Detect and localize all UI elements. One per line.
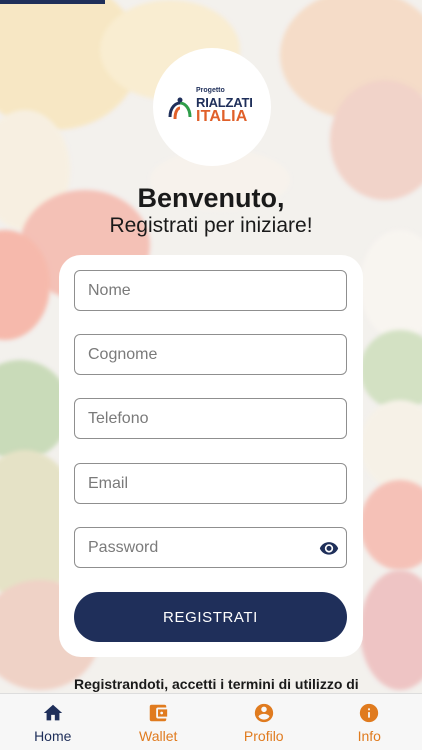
welcome-title: Benvenuto, (137, 183, 285, 213)
top-progress-bar (0, 0, 105, 4)
info-icon (360, 703, 379, 723)
logo-subtitle: ITALIA (196, 108, 248, 125)
home-icon (43, 704, 62, 721)
wallet-icon (150, 704, 168, 722)
tab-home[interactable]: Home (0, 694, 106, 750)
cognome-field[interactable] (74, 334, 347, 375)
email-input[interactable] (88, 474, 333, 493)
telefono-field[interactable] (74, 398, 347, 439)
password-input[interactable] (88, 538, 333, 557)
bottom-tab-bar: Home Wallet Profilo Info (0, 693, 422, 750)
tab-wallet-label: Wallet (139, 728, 178, 744)
tab-info-label: Info (357, 728, 381, 744)
tab-home-label: Home (34, 728, 72, 744)
show-password-eye-icon[interactable] (318, 538, 340, 558)
welcome-subtitle: Registrati per iniziare! (109, 214, 313, 237)
logo-mark-icon (168, 97, 192, 120)
tab-profilo[interactable]: Profilo (211, 694, 317, 750)
tab-info[interactable]: Info (317, 694, 422, 750)
app-logo: Progetto RIALZATI ITALIA (153, 48, 271, 166)
terms-text: Registrandoti, accetti i termini di util… (74, 676, 359, 692)
email-field[interactable] (74, 463, 347, 504)
password-field[interactable] (74, 527, 347, 568)
registration-card: REGISTRATI (59, 255, 363, 657)
tab-wallet[interactable]: Wallet (106, 694, 212, 750)
nome-field[interactable] (74, 270, 347, 311)
cognome-input[interactable] (88, 345, 333, 364)
telefono-input[interactable] (88, 409, 333, 428)
register-button[interactable]: REGISTRATI (74, 592, 347, 642)
profile-icon (254, 703, 273, 723)
nome-input[interactable] (88, 281, 333, 300)
logo-small-text: Progetto (196, 87, 225, 94)
tab-profilo-label: Profilo (243, 728, 284, 744)
